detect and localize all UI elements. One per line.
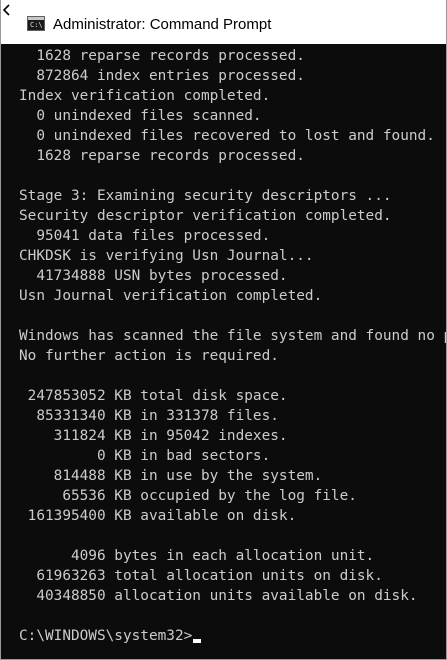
title-bar[interactable]: C:\ Administrator: Command Prompt (1, 0, 446, 44)
console-line: 247853052 KB total disk space. (19, 388, 288, 404)
command-prompt-window: C:\ Administrator: Command Prompt 1628 r… (0, 0, 447, 660)
console-line: 161395400 KB available on disk. (19, 508, 297, 524)
console-line: 872864 index entries processed. (19, 68, 305, 84)
console-line: 41734888 USN bytes processed. (19, 268, 288, 284)
console-line: Usn Journal verification completed. (19, 288, 323, 304)
console-line: No further action is required. (19, 348, 279, 364)
console-line: 85331340 KB in 331378 files. (19, 408, 279, 424)
console-line: 814488 KB in use by the system. (19, 468, 323, 484)
console-line: 4096 bytes in each allocation unit. (19, 548, 375, 564)
console-line: 1628 reparse records processed. (19, 48, 305, 64)
console-line: Stage 3: Examining security descriptors … (19, 188, 392, 204)
console-line: CHKDSK is verifying Usn Journal... (19, 248, 314, 264)
console-line: Windows has scanned the file system and … (19, 328, 446, 344)
console-line: 0 KB in bad sectors. (19, 448, 271, 464)
console-line: 1628 reparse records processed. (19, 148, 305, 164)
console-output[interactable]: 1628 reparse records processed. 872864 i… (1, 44, 446, 659)
command-prompt-icon: C:\ (27, 16, 45, 31)
console-line: 65536 KB occupied by the log file. (19, 488, 357, 504)
text-cursor (193, 639, 202, 643)
console-line: 40348850 allocation units available on d… (19, 588, 418, 604)
back-arrow-icon[interactable] (1, 0, 13, 20)
console-line: 311824 KB in 95042 indexes. (19, 428, 288, 444)
prompt-text: C:\WINDOWS\system32> (19, 628, 193, 644)
window-title: Administrator: Command Prompt (53, 16, 272, 33)
console-line: 61963263 total allocation units on disk. (19, 568, 383, 584)
console-line: 0 unindexed files scanned. (19, 108, 262, 124)
console-line: Security descriptor verification complet… (19, 208, 392, 224)
command-prompt-line[interactable]: C:\WINDOWS\system32> (19, 626, 446, 646)
console-line: 0 unindexed files recovered to lost and … (19, 128, 435, 144)
console-line: Index verification completed. (19, 88, 271, 104)
console-line: 95041 data files processed. (19, 228, 271, 244)
